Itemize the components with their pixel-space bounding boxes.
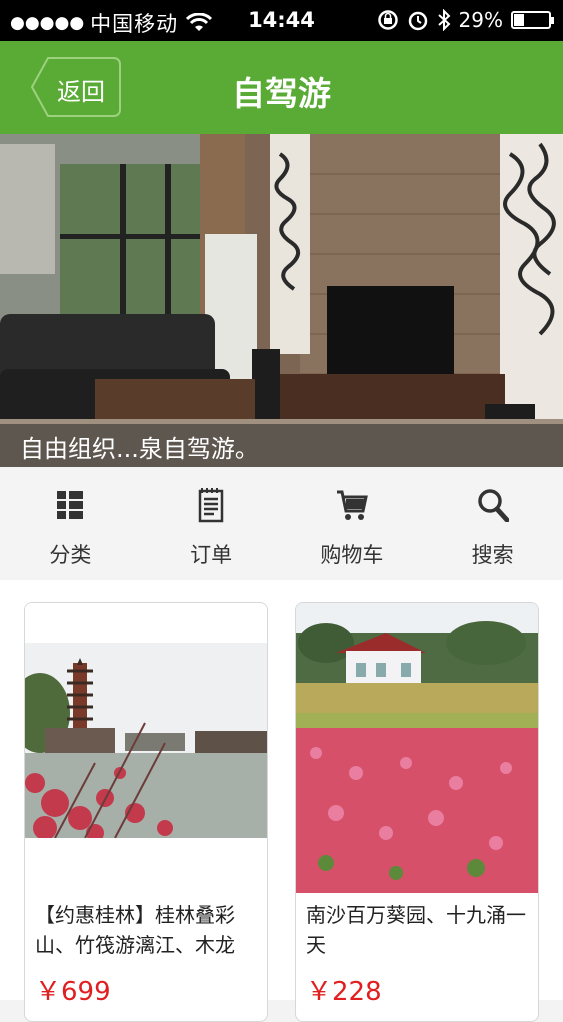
- cart-icon: [332, 485, 372, 525]
- category-menu: 分类 订单 购物车 搜索: [0, 467, 563, 580]
- product-list: 【约惠桂林】桂林叠彩山、竹筏游漓江、木龙 ￥699 南沙百万葵园、十九涌一天 ￥…: [0, 580, 563, 1022]
- product-title: 南沙百万葵园、十九涌一天: [306, 903, 526, 957]
- product-title: 【约惠桂林】桂林叠彩山、竹筏游漓江、木龙: [35, 903, 235, 957]
- menu-item-search[interactable]: 搜索: [422, 467, 563, 580]
- product-card[interactable]: 【约惠桂林】桂林叠彩山、竹筏游漓江、木龙 ￥699: [24, 602, 268, 1022]
- banner-slide[interactable]: 自由组织...泉自驾游。: [0, 134, 563, 467]
- grid-list-icon: [50, 485, 90, 525]
- product-image: [296, 603, 538, 893]
- menu-item-orders[interactable]: 订单: [141, 467, 282, 580]
- menu-item-label: 购物车: [320, 543, 384, 567]
- page-title: 自驾游: [232, 74, 331, 113]
- status-indicators: 29%: [377, 8, 554, 32]
- search-icon: [473, 485, 513, 525]
- menu-item-label: 搜索: [471, 543, 514, 567]
- menu-item-label: 订单: [190, 543, 233, 567]
- menu-item-cart[interactable]: 购物车: [282, 467, 423, 580]
- battery-level: [514, 14, 524, 26]
- rotation-lock-icon: [377, 10, 398, 30]
- bluetooth-icon: [437, 9, 450, 31]
- status-bar: ●●●●● 中国移动 14:44 29%: [0, 0, 563, 41]
- battery-icon: [511, 11, 554, 29]
- product-price: ￥228: [306, 977, 382, 1007]
- nav-bar: 返回 自驾游: [0, 41, 563, 134]
- banner-caption: 自由组织...泉自驾游。: [0, 424, 563, 467]
- product-card[interactable]: 南沙百万葵园、十九涌一天 ￥228: [295, 602, 539, 1022]
- alarm-icon: [408, 11, 427, 31]
- receipt-icon: [191, 485, 231, 525]
- product-price: ￥699: [35, 977, 111, 1007]
- banner-image: [0, 134, 563, 467]
- menu-item-category[interactable]: 分类: [0, 467, 141, 580]
- product-image: [25, 603, 267, 893]
- battery-percent: 29%: [458, 8, 503, 32]
- menu-item-label: 分类: [49, 543, 92, 567]
